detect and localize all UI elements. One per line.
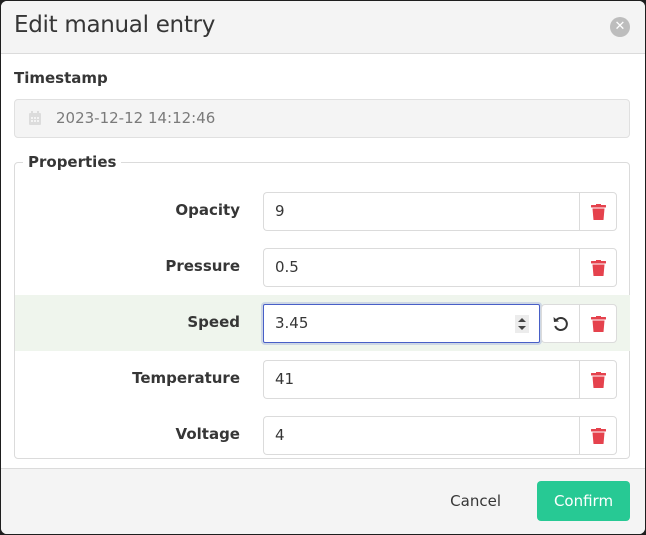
property-row-speed: Speed 3.45 — [15, 295, 630, 351]
dialog-body: Timestamp 2023-12-12 14:12:46 Properties… — [1, 54, 645, 469]
property-row-voltage: Voltage 4 — [15, 407, 630, 463]
property-label: Opacity — [175, 201, 240, 219]
property-value: 3.45 — [275, 314, 309, 332]
undo-icon — [553, 317, 568, 331]
timestamp-label: Timestamp — [14, 69, 108, 87]
trash-icon — [591, 316, 606, 332]
trash-icon — [591, 260, 606, 276]
trash-icon — [591, 428, 606, 444]
delete-button[interactable] — [579, 360, 617, 399]
trash-icon — [591, 372, 606, 388]
property-value: 41 — [275, 370, 295, 388]
timestamp-input[interactable]: 2023-12-12 14:12:46 — [14, 99, 630, 138]
cancel-button[interactable]: Cancel — [438, 481, 513, 521]
delete-button[interactable] — [579, 416, 617, 455]
property-value: 4 — [275, 426, 285, 444]
dialog-header: Edit manual entry ✕ — [1, 1, 645, 54]
dialog-footer: Cancel Confirm — [1, 468, 645, 534]
property-row-temperature: Temperature 41 — [15, 351, 630, 407]
confirm-button[interactable]: Confirm — [537, 481, 630, 521]
properties-legend: Properties — [28, 153, 117, 171]
dialog-title: Edit manual entry — [14, 12, 216, 38]
property-input-pressure[interactable]: 0.5 — [263, 248, 579, 287]
property-value: 0.5 — [275, 258, 299, 276]
property-label: Voltage — [175, 425, 240, 443]
property-row-pressure: Pressure 0.5 — [15, 239, 630, 295]
property-input-speed[interactable]: 3.45 — [263, 304, 540, 343]
property-label: Temperature — [132, 369, 240, 387]
delete-button[interactable] — [579, 304, 617, 343]
close-icon[interactable]: ✕ — [610, 17, 630, 37]
property-input-opacity[interactable]: 9 — [263, 192, 579, 231]
property-label: Pressure — [165, 257, 240, 275]
property-input-voltage[interactable]: 4 — [263, 416, 579, 455]
edit-entry-dialog: Edit manual entry ✕ Timestamp 2023-12-12… — [1, 1, 645, 534]
property-row-opacity: Opacity 9 — [15, 183, 630, 239]
property-input-temperature[interactable]: 41 — [263, 360, 579, 399]
timestamp-value: 2023-12-12 14:12:46 — [56, 109, 216, 127]
trash-icon — [591, 204, 606, 220]
revert-button[interactable] — [541, 304, 579, 343]
calendar-icon — [29, 111, 41, 125]
properties-fieldset: Properties Opacity 9 Pressure 0.5 Speed … — [14, 153, 630, 459]
delete-button[interactable] — [579, 192, 617, 231]
delete-button[interactable] — [579, 248, 617, 287]
property-value: 9 — [275, 202, 285, 220]
property-label: Speed — [187, 313, 240, 331]
number-spinner[interactable] — [515, 315, 529, 333]
